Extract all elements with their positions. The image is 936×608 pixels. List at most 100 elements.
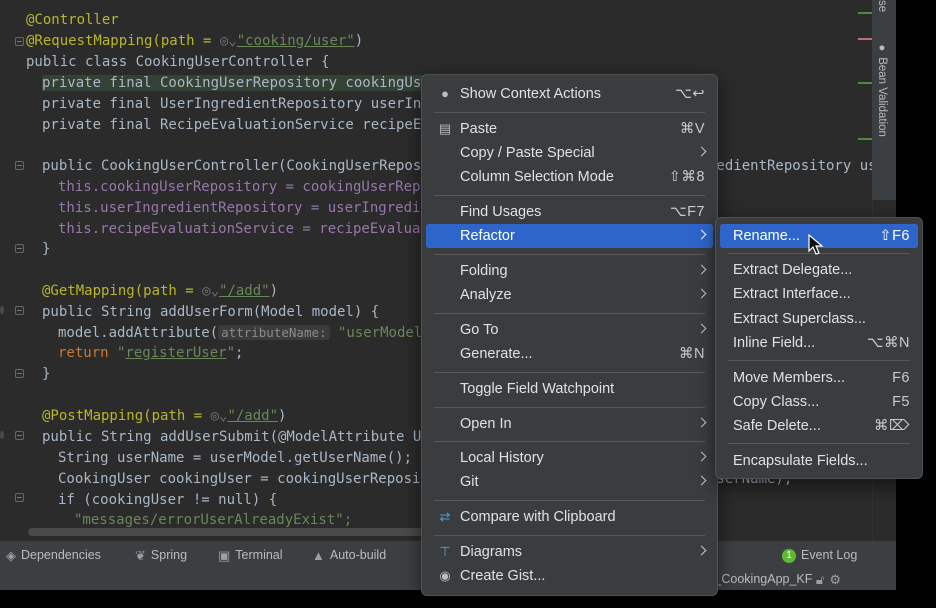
fold-marker[interactable] — [15, 161, 24, 170]
tool-terminal[interactable]: ▣Terminal — [218, 547, 283, 563]
menu-separator — [434, 195, 705, 196]
chevron-right-icon — [697, 452, 707, 462]
github-icon: ◉ — [437, 568, 453, 584]
tool-tab-bean-validation[interactable]: ● Bean Validation — [876, 42, 888, 137]
horizontal-scrollbar[interactable] — [28, 528, 428, 536]
lightbulb-icon: ● — [437, 86, 453, 102]
tool-dependencies[interactable]: ◈Dependencies — [6, 547, 101, 563]
code-line: private final CookingUserRepository cook… — [42, 73, 438, 93]
menu-separator — [434, 535, 705, 536]
code-line: public CookingUserController(CookingUser… — [42, 156, 438, 176]
menu-extract-delegate[interactable]: Extract Delegate... — [720, 258, 918, 282]
tool-spring[interactable]: ❦Spring — [135, 547, 187, 563]
code-line: @Controller — [26, 10, 119, 30]
code-line: String userName = userModel.getUserName(… — [58, 448, 412, 468]
chevron-right-icon — [697, 289, 707, 299]
mouse-pointer-icon — [808, 234, 824, 256]
parameter-hint: attributeName: — [218, 325, 329, 340]
project-name[interactable]: te_CookingApp_KF 🔓︎⚙ — [704, 571, 846, 587]
menu-diagrams[interactable]: ⊤Diagrams — [426, 540, 713, 564]
tool-autobuild[interactable]: ▲Auto-build — [312, 547, 386, 563]
event-count-badge: 1 — [782, 549, 796, 563]
compare-icon: ⇄ — [437, 509, 453, 525]
code-line: this.recipeEvaluationService = recipeEva… — [58, 219, 437, 239]
clipboard-icon: ▤ — [437, 121, 453, 137]
fold-marker[interactable] — [15, 369, 24, 378]
code-line: CookingUser cookingUser = cookingUserRep… — [58, 469, 437, 489]
menu-inline-field[interactable]: Inline Field...⌥⌘N — [720, 331, 918, 355]
fold-marker[interactable] — [15, 431, 24, 440]
code-line: @PostMapping(path = ◎⌄"/add") — [42, 406, 286, 426]
warning-icon: ▲ — [312, 548, 325, 564]
refactor-submenu: Rename...⇧F6 Extract Delegate... Extract… — [715, 217, 923, 479]
menu-copy-paste-special[interactable]: Copy / Paste Special — [426, 141, 713, 165]
settings-gear-icon[interactable]: ⚙ — [829, 572, 841, 588]
chevron-right-icon — [697, 230, 707, 240]
editor-context-menu: ●Show Context Actions⌥↩ ▤Paste⌘V Copy / … — [421, 74, 718, 596]
menu-encapsulate-fields[interactable]: Encapsulate Fields... — [720, 449, 918, 473]
menu-create-gist[interactable]: ◉Create Gist... — [426, 564, 713, 588]
menu-refactor[interactable]: Refactor — [426, 224, 713, 248]
code-line: } — [42, 239, 50, 259]
diagram-icon: ⊤ — [437, 544, 453, 560]
chevron-right-icon — [697, 476, 707, 486]
code-line: public String addUserSubmit(@ModelAttrib… — [42, 427, 438, 447]
menu-git[interactable]: Git — [426, 470, 713, 494]
menu-separator — [434, 254, 705, 255]
menu-separator — [434, 500, 705, 501]
menu-separator — [434, 313, 705, 314]
code-line: return "registerUser"; — [58, 343, 243, 363]
chevron-right-icon — [697, 265, 707, 275]
bean-icon: ● — [876, 42, 888, 54]
menu-separator — [728, 360, 910, 361]
menu-folding[interactable]: Folding — [426, 259, 713, 283]
error-stripe-mark[interactable] — [858, 12, 872, 14]
menu-extract-interface[interactable]: Extract Interface... — [720, 282, 918, 306]
tool-tab-database[interactable]: se — [876, 0, 888, 12]
fold-marker[interactable] — [15, 493, 24, 502]
menu-safe-delete[interactable]: Safe Delete...⌘⌦ — [720, 414, 918, 438]
globe-icon[interactable]: ◎⌄ — [211, 408, 228, 424]
code-line: @GetMapping(path = ◎⌄"/add") — [42, 281, 278, 301]
error-stripe-mark[interactable] — [858, 82, 872, 84]
menu-separator — [434, 372, 705, 373]
menu-find-usages[interactable]: Find Usages⌥F7 — [426, 200, 713, 224]
menu-paste[interactable]: ▤Paste⌘V — [426, 117, 713, 141]
menu-column-selection-mode[interactable]: Column Selection Mode⇧⌘8 — [426, 165, 713, 189]
gutter-mark — [0, 431, 4, 439]
fold-marker[interactable] — [15, 306, 24, 315]
terminal-icon: ▣ — [218, 548, 230, 564]
gutter-mark — [0, 306, 4, 314]
code-line: public String addUserForm(Model model) { — [42, 302, 379, 322]
code-line: private final UserIngredientRepository u… — [42, 94, 438, 114]
globe-icon[interactable]: ◎⌄ — [202, 283, 219, 299]
menu-show-context-actions[interactable]: ●Show Context Actions⌥↩ — [426, 82, 713, 106]
layers-icon: ◈ — [6, 548, 16, 564]
menu-go-to[interactable]: Go To — [426, 318, 713, 342]
globe-icon[interactable]: ◎⌄ — [220, 33, 237, 49]
menu-extract-superclass[interactable]: Extract Superclass... — [720, 307, 918, 331]
error-stripe-mark[interactable] — [858, 38, 872, 40]
chevron-right-icon — [697, 147, 707, 157]
tool-event-log[interactable]: 1Event Log — [782, 547, 857, 563]
menu-toggle-field-watchpoint[interactable]: Toggle Field Watchpoint — [426, 377, 713, 401]
menu-open-in[interactable]: Open In — [426, 412, 713, 436]
menu-separator — [434, 441, 705, 442]
fold-marker[interactable] — [15, 37, 24, 46]
fold-marker[interactable] — [15, 244, 24, 253]
code-line: this.cookingUserRepository = cookingUser… — [58, 177, 437, 197]
code-line: redientRepository user — [708, 156, 872, 176]
chevron-right-icon — [697, 324, 707, 334]
error-stripe-mark[interactable] — [858, 138, 872, 140]
menu-move-members[interactable]: Move Members...F6 — [720, 366, 918, 390]
lock-icon[interactable]: 🔓︎ — [816, 572, 824, 588]
menu-generate[interactable]: Generate...⌘N — [426, 342, 713, 366]
menu-separator — [728, 443, 910, 444]
right-tool-strip: se ● Bean Validation — [872, 0, 896, 200]
menu-local-history[interactable]: Local History — [426, 446, 713, 470]
menu-analyze[interactable]: Analyze — [426, 283, 713, 307]
code-line: private final RecipeEvaluationService re… — [42, 115, 438, 135]
menu-compare-with-clipboard[interactable]: ⇄Compare with Clipboard — [426, 505, 713, 529]
menu-copy-class[interactable]: Copy Class...F5 — [720, 390, 918, 414]
menu-separator — [434, 407, 705, 408]
